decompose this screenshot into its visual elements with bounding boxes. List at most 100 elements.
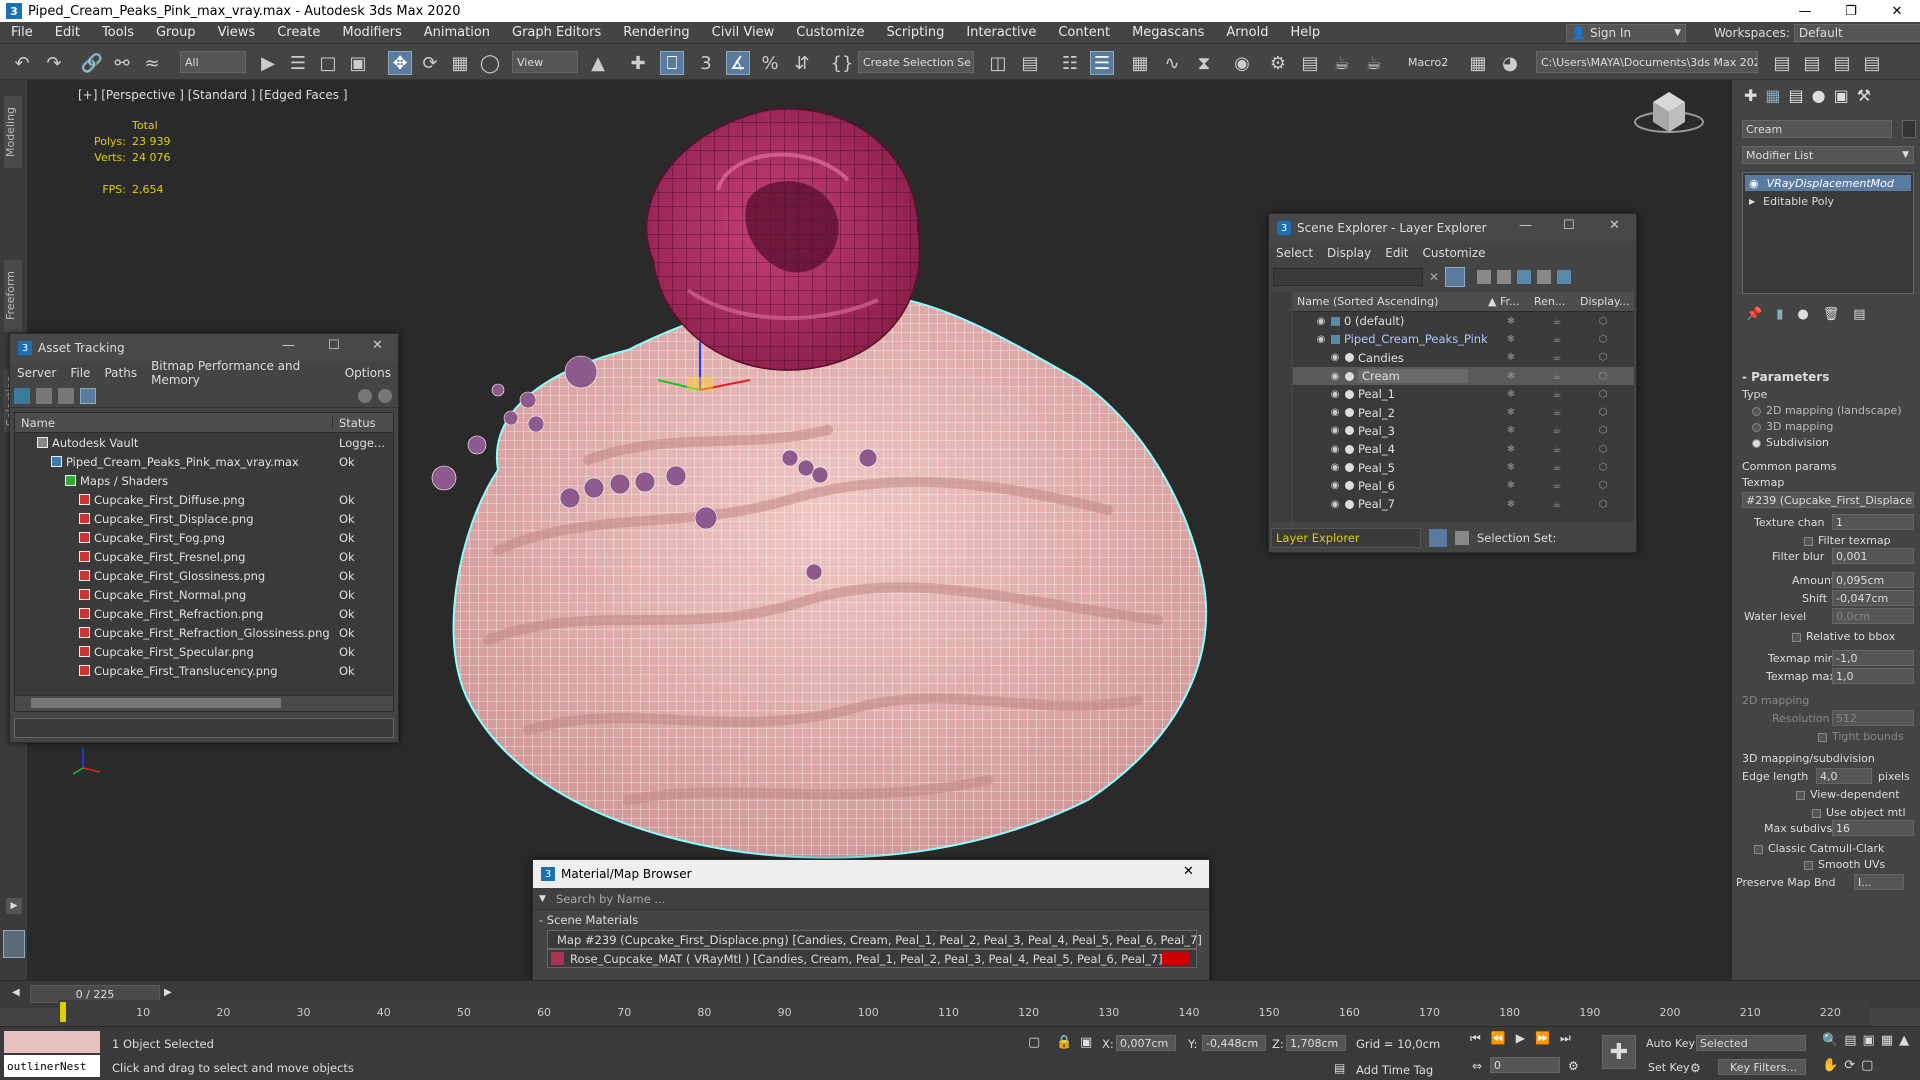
render-icon[interactable]: ☕ (1330, 51, 1354, 75)
radio-3d-mapping[interactable]: 3D mapping (1752, 420, 1833, 433)
layer-row[interactable]: ◉ Peal_5 ❄ ☕ ⬡ (1293, 458, 1634, 476)
catmull-clark-checkbox[interactable]: Classic Catmull-Clark (1754, 842, 1884, 855)
display-icon[interactable]: ⬡ (1580, 389, 1626, 400)
close-button[interactable]: ✕ (1609, 218, 1620, 233)
asset-path-field[interactable] (14, 718, 394, 738)
play-icon[interactable]: ▶ (1516, 1031, 1525, 1051)
menu-civil-view[interactable]: Civil View (701, 25, 786, 40)
asset-row[interactable]: Cupcake_First_Refraction.png Ok (15, 604, 393, 623)
maximize-button[interactable]: ☐ (1563, 218, 1575, 233)
layer-row[interactable]: ◉ Peal_2 ❄ ☕ ⬡ (1293, 403, 1634, 421)
menu-options[interactable]: Options (338, 366, 398, 380)
asset-row[interactable]: Autodesk Vault Logge... (15, 433, 393, 452)
render-icon[interactable]: ☕ (1534, 371, 1580, 382)
time-tag-icon[interactable]: ▤ (1334, 1061, 1345, 1075)
fov-icon[interactable]: ▲ (1899, 1033, 1909, 1052)
maximize-button[interactable]: ☐ (328, 338, 340, 353)
close-button[interactable]: ✕ (372, 338, 383, 353)
render-setup-icon[interactable]: ⚙ (1266, 51, 1290, 75)
layer-row[interactable]: ◉ Candies ❄ ☕ ⬡ (1293, 349, 1634, 367)
layer-row[interactable]: ◉ Peal_1 ❄ ☕ ⬡ (1293, 385, 1634, 403)
texmap-button[interactable]: #239 (Cupcake_First_Displace (1742, 492, 1914, 508)
list-icon[interactable] (36, 387, 52, 404)
display-icon[interactable]: ⬡ (1580, 407, 1626, 418)
material-item[interactable]: Map #239 (Cupcake_First_Displace.png) [C… (547, 930, 1202, 949)
key-mode-icon[interactable]: ⇔ (1472, 1059, 1482, 1073)
stack-icon[interactable] (1557, 270, 1572, 284)
material-item[interactable]: Rose_Cupcake_MAT ( VRayMtl ) [Candies, C… (547, 949, 1197, 968)
layer-manager-icon[interactable] (1429, 529, 1447, 547)
eye-icon[interactable]: ◉ (1329, 407, 1341, 418)
texmap-min-spinner[interactable]: -1,0 (1832, 650, 1914, 666)
eye-icon[interactable]: ◉ (1315, 316, 1327, 327)
hierarchy-icon[interactable] (1537, 270, 1552, 284)
zoom-all-icon[interactable]: ▤ (1844, 1033, 1856, 1052)
use-object-mtl-checkbox[interactable]: Use object mtl (1812, 806, 1906, 819)
stack-item-editable-poly[interactable]: ▶ Editable Poly (1745, 193, 1911, 209)
asset-row[interactable]: Cupcake_First_Fresnel.png Ok (15, 547, 393, 566)
prev-frame-icon[interactable]: ◀ (12, 987, 20, 998)
display-icon[interactable]: ⬡ (1580, 444, 1626, 455)
menu-modifiers[interactable]: Modifiers (331, 25, 412, 40)
water-level-spinner[interactable]: 0,0cm (1832, 608, 1914, 624)
key-mode-dropdown[interactable]: Selected (1696, 1035, 1806, 1051)
pivot-icon[interactable]: ▲ (586, 51, 610, 75)
scene-search-input[interactable] (1273, 268, 1423, 286)
details-icon[interactable] (58, 387, 74, 404)
window-crossing-icon[interactable]: ▣ (346, 51, 370, 75)
next-key-icon[interactable]: ⏩ (1535, 1031, 1550, 1051)
render-icon[interactable]: ☕ (1534, 334, 1580, 345)
hierarchy-toggle-icon[interactable] (1455, 531, 1469, 545)
explorer-type-dropdown[interactable]: Layer Explorer (1271, 528, 1421, 548)
utilities-tab-icon[interactable]: ⚒ (1857, 86, 1871, 110)
freeze-icon[interactable]: ❄ (1488, 352, 1534, 363)
orbit-icon[interactable]: ⟳ (1844, 1058, 1855, 1077)
angle-snap-icon[interactable]: ∡ (726, 51, 750, 75)
scene-materials-group[interactable]: - Scene Materials (533, 910, 1209, 930)
panel-icon-3[interactable]: ▤ (1830, 51, 1854, 75)
eye-icon[interactable]: ◉ (1329, 352, 1341, 363)
eye-icon[interactable]: ◉ (1749, 177, 1759, 190)
go-to-start-icon[interactable]: ⏮ (1470, 1031, 1481, 1051)
eye-icon[interactable]: ◉ (1329, 462, 1341, 473)
object-color-swatch[interactable] (1902, 120, 1916, 138)
render-icon[interactable]: ☕ (1534, 352, 1580, 363)
named-selection-dropdown[interactable]: Create Selection Se (858, 51, 974, 73)
scrollbar-thumb[interactable] (31, 698, 281, 708)
selection-lock-icon[interactable]: 🔒 (1056, 1035, 1072, 1050)
z-coordinate-field[interactable]: 1,708cm (1286, 1035, 1346, 1051)
tab-modeling[interactable]: Modeling (4, 96, 22, 168)
column-display[interactable]: Display... (1580, 295, 1629, 308)
material-search-input[interactable]: Search by Name ... (556, 892, 665, 906)
asset-row[interactable]: Cupcake_First_Fog.png Ok (15, 528, 393, 547)
menu-paths[interactable]: Paths (97, 366, 144, 380)
layer-explorer-icon[interactable]: ☰ (1090, 51, 1114, 75)
set-key-label[interactable]: Set Key (1648, 1061, 1690, 1074)
sign-in-button[interactable]: 👤 Sign In ▼ (1566, 24, 1686, 42)
percent-snap-icon[interactable]: % (758, 51, 782, 75)
render-icon[interactable]: ☕ (1534, 499, 1580, 510)
chevron-down-icon[interactable]: ▼ (539, 894, 546, 904)
workspaces-dropdown[interactable]: Default (1793, 24, 1920, 42)
view-dependent-checkbox[interactable]: View-dependent (1796, 788, 1900, 801)
asset-row[interactable]: Piped_Cream_Peaks_Pink_max_vray.max Ok (15, 452, 393, 471)
display-icon[interactable]: ⬡ (1580, 462, 1626, 473)
x-coordinate-field[interactable]: 0,007cm (1116, 1035, 1176, 1051)
column-renderable[interactable]: Ren... (1534, 295, 1580, 308)
menu-file[interactable]: File (0, 25, 44, 40)
clear-search-icon[interactable]: ✕ (1429, 270, 1439, 284)
menu-arnold[interactable]: Arnold (1215, 25, 1279, 40)
minimize-button[interactable]: — (1519, 218, 1532, 233)
menu-animation[interactable]: Animation (413, 25, 501, 40)
eye-icon[interactable]: ◉ (1329, 499, 1341, 510)
create-tab-icon[interactable]: ✚ (1744, 86, 1757, 110)
eye-icon[interactable]: ◉ (1329, 480, 1341, 491)
horizontal-scrollbar[interactable] (15, 695, 393, 711)
asset-row[interactable]: Cupcake_First_Displace.png Ok (15, 509, 393, 528)
place-icon[interactable]: ◯ (478, 51, 502, 75)
menu-display[interactable]: Display (1320, 246, 1378, 260)
expand-arrow-icon[interactable]: ▶ (6, 898, 22, 914)
new-layer-icon[interactable] (1497, 270, 1512, 284)
edge-length-spinner[interactable]: 4,0 (1816, 768, 1872, 784)
hierarchy-tab-icon[interactable]: ▤ (1789, 86, 1804, 110)
